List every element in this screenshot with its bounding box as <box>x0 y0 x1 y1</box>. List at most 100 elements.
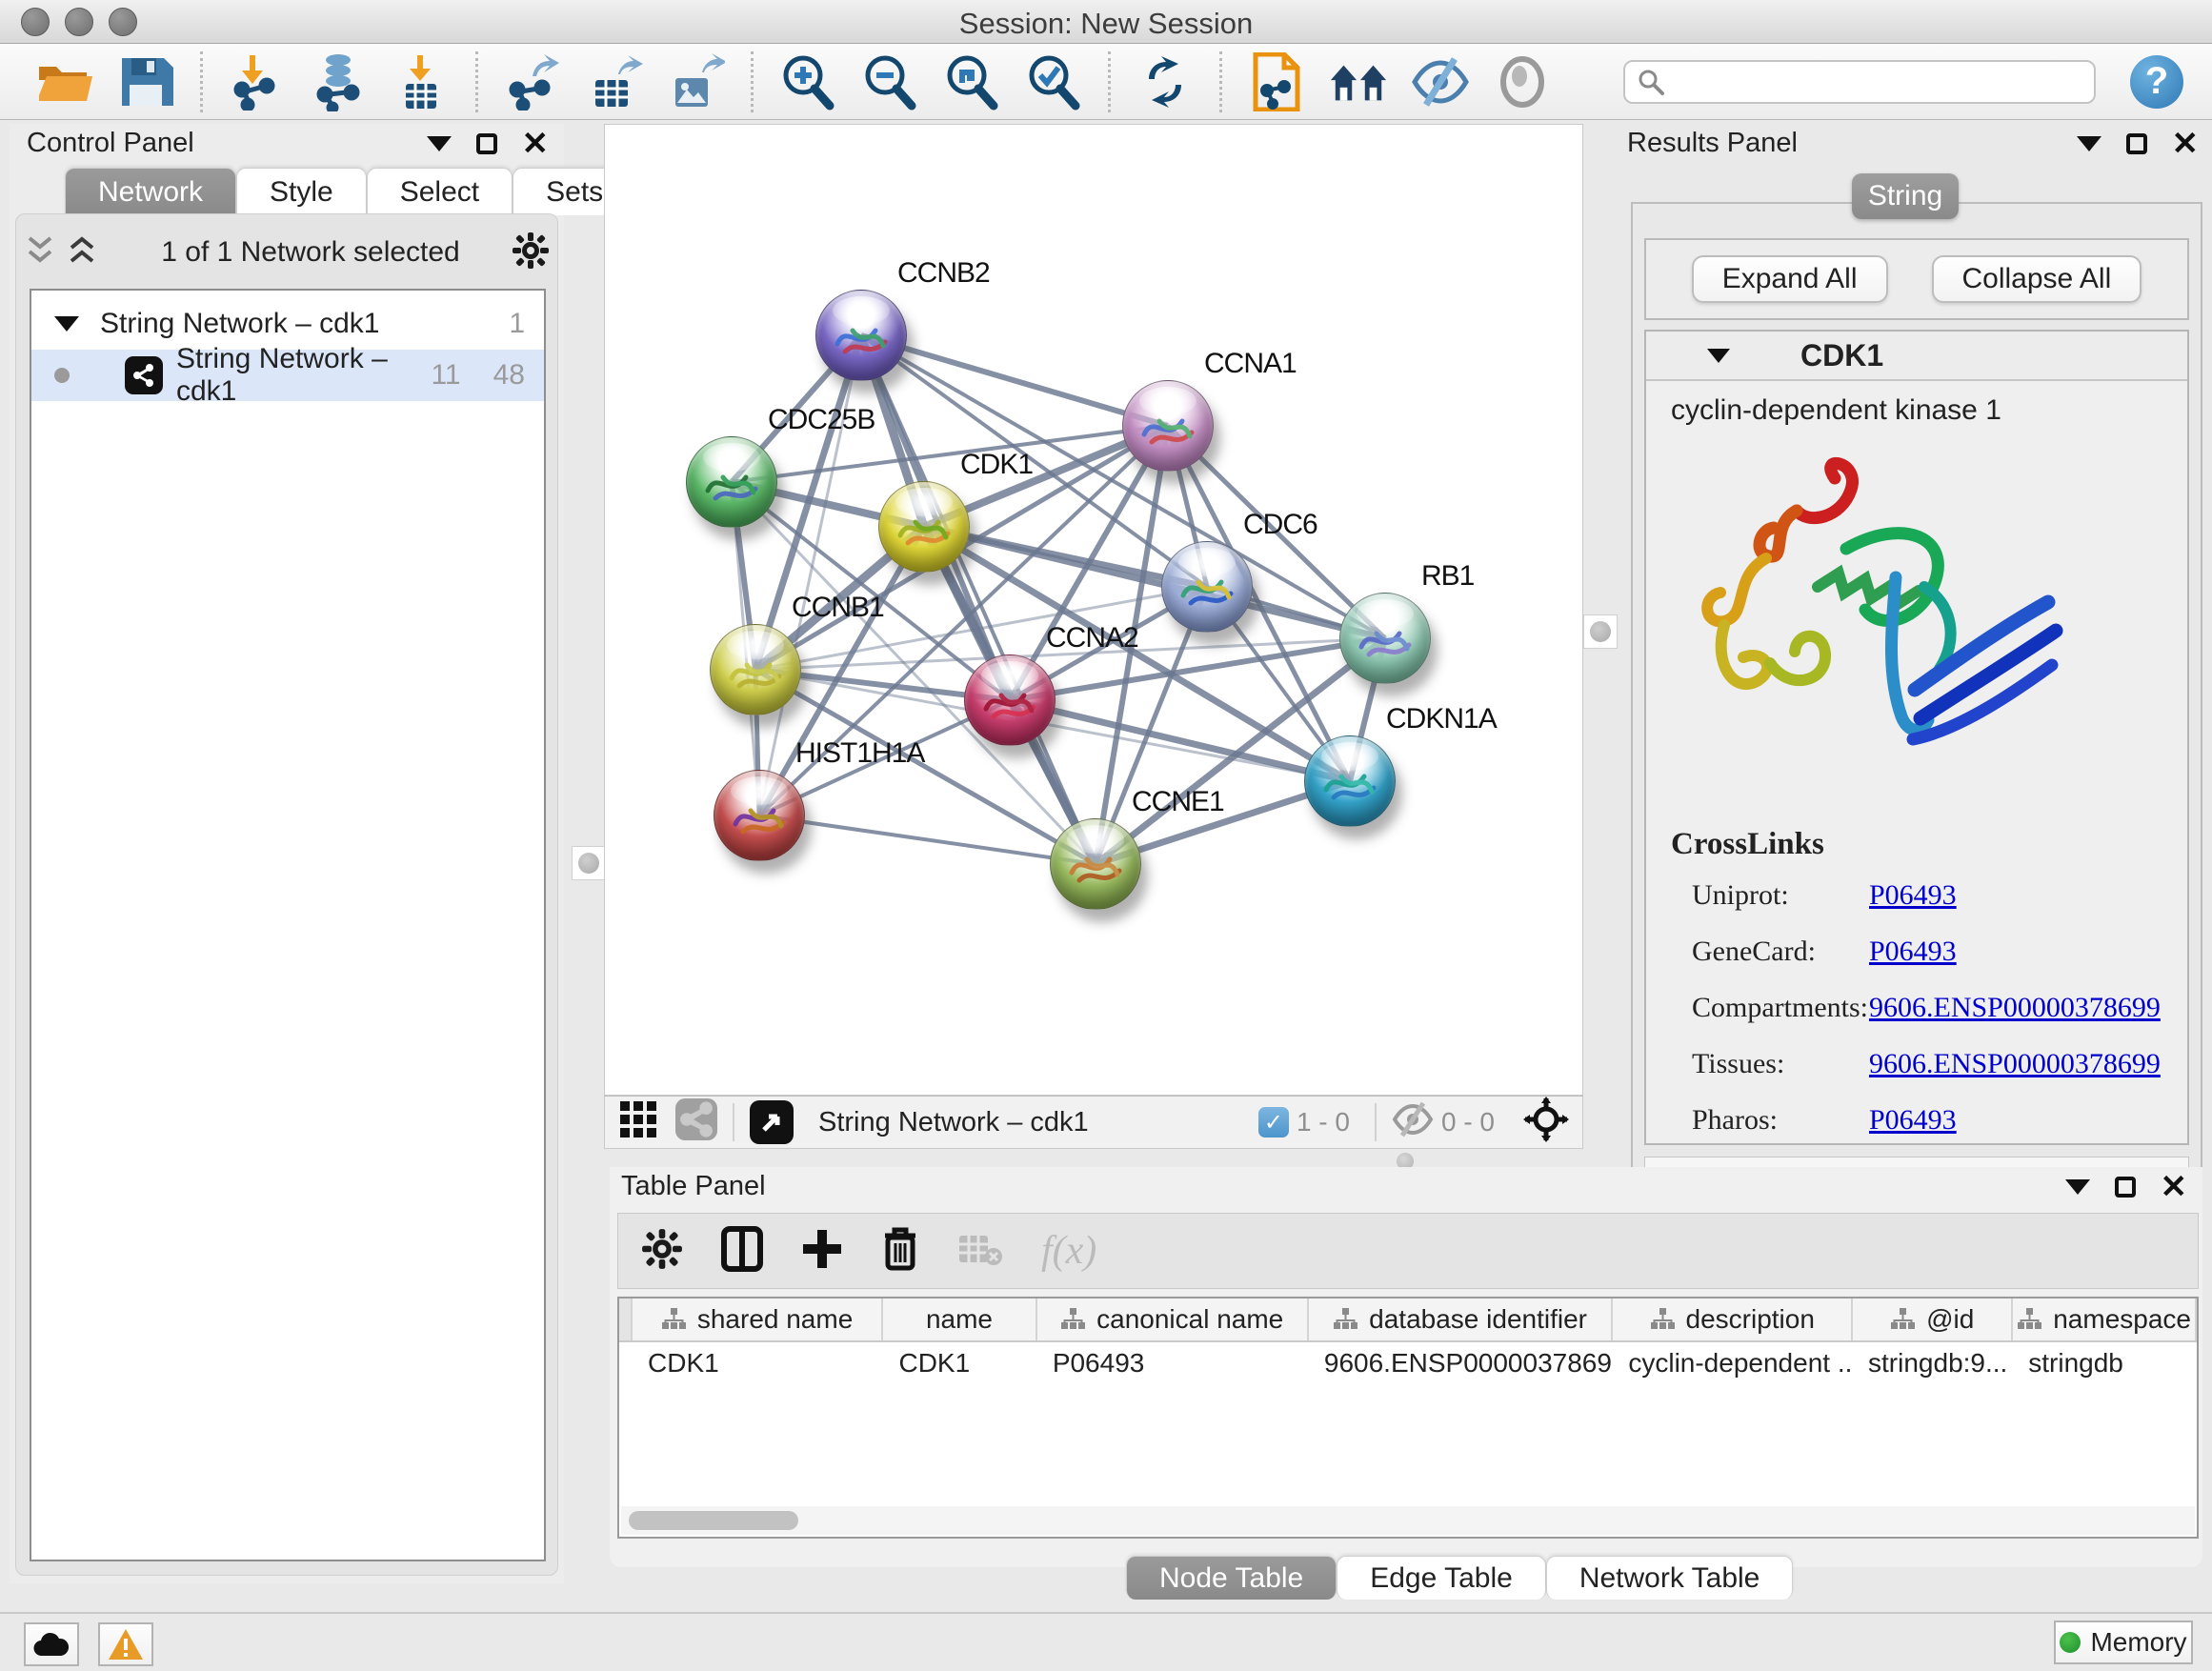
network-node-cdkn1a[interactable] <box>1304 735 1396 827</box>
network-collection-row[interactable]: String Network – cdk1 1 <box>31 298 544 350</box>
network-edge[interactable] <box>861 335 1096 864</box>
expand-all-button[interactable]: Expand All <box>1692 255 1888 303</box>
network-node-rb1[interactable] <box>1339 593 1431 684</box>
tab-node-table[interactable]: Node Table <box>1126 1556 1337 1600</box>
crosslink-link[interactable]: P06493 <box>1869 879 1957 912</box>
crosslink-link[interactable]: 9606.ENSP00000378699 <box>1869 1048 2161 1080</box>
column-header-canonical-name[interactable]: canonical name <box>1037 1299 1309 1340</box>
tab-network[interactable]: Network <box>65 168 236 215</box>
network-row[interactable]: String Network – cdk1 11 48 <box>31 350 544 401</box>
panel-menu-icon[interactable] <box>2077 136 2101 151</box>
table-h-scrollbar[interactable] <box>621 1506 2195 1535</box>
column-header-name[interactable]: name <box>883 1299 1036 1340</box>
column-header-database-identifier[interactable]: database identifier <box>1309 1299 1614 1340</box>
crosslink-link[interactable]: P06493 <box>1869 1104 1957 1137</box>
show-columns-icon[interactable] <box>721 1226 763 1277</box>
save-session-button[interactable] <box>116 52 175 111</box>
panel-float-icon[interactable] <box>476 133 497 154</box>
tab-edge-table[interactable]: Edge Table <box>1337 1556 1546 1600</box>
network-node-cdc6[interactable] <box>1161 541 1253 633</box>
table-cell[interactable]: CDK1 <box>883 1348 1036 1379</box>
panel-close-icon[interactable]: ✕ <box>522 133 550 154</box>
pan-crosshair-icon[interactable] <box>1523 1097 1569 1149</box>
left-splitter-handle[interactable] <box>572 846 606 880</box>
table-cell[interactable]: P06493 <box>1037 1348 1309 1379</box>
zoom-fit-button[interactable] <box>942 52 1001 111</box>
network-canvas[interactable]: CCNB2CCNA1CDC25BCDK1CDC6RB1CCNB1CCNA2CDK… <box>604 124 1583 1096</box>
hidden-eye-icon[interactable] <box>1392 1101 1434 1144</box>
table-settings-gear-icon[interactable] <box>641 1228 683 1275</box>
table-cell[interactable]: 9606.ENSP00000378699 <box>1309 1348 1613 1379</box>
collapse-all-networks-icon[interactable] <box>26 234 54 272</box>
table-cell[interactable]: CDK1 <box>633 1348 883 1379</box>
network-edges-layer[interactable] <box>605 125 1583 1096</box>
network-edge[interactable] <box>759 815 1096 864</box>
zoom-selected-button[interactable] <box>1024 52 1083 111</box>
zoom-out-button[interactable] <box>860 52 919 111</box>
warning-status-button[interactable] <box>98 1622 153 1666</box>
crosslink-link[interactable]: P06493 <box>1869 936 1957 968</box>
import-table-file-button[interactable] <box>392 52 451 111</box>
network-node-ccna1[interactable] <box>1122 380 1214 472</box>
cloud-status-button[interactable] <box>24 1622 79 1666</box>
tab-select[interactable]: Select <box>367 168 513 215</box>
first-neighbors-button[interactable] <box>1329 52 1388 111</box>
expand-all-networks-icon[interactable] <box>68 234 96 272</box>
table-cell[interactable]: stringdb:9... <box>1853 1348 2013 1379</box>
panel-close-icon[interactable]: ✕ <box>2161 1177 2188 1198</box>
birds-eye-view-button[interactable] <box>750 1100 794 1144</box>
network-options-gear-icon[interactable] <box>512 232 550 274</box>
network-node-ccne1[interactable] <box>1050 818 1141 910</box>
network-from-file-button[interactable] <box>1247 52 1306 111</box>
table-cell[interactable]: stringdb <box>2013 1348 2197 1379</box>
search-input[interactable] <box>1665 67 2065 96</box>
network-node-ccna2[interactable] <box>964 654 1056 746</box>
import-network-file-button[interactable] <box>228 52 287 111</box>
import-network-database-button[interactable] <box>310 52 369 111</box>
gene-section-header[interactable]: CDK1 <box>1646 332 2187 381</box>
panel-float-icon[interactable] <box>2115 1177 2136 1198</box>
table-row[interactable]: CDK1CDK1P064939606.ENSP00000378699cyclin… <box>619 1342 2197 1384</box>
show-all-button[interactable] <box>1493 52 1552 111</box>
export-image-button[interactable] <box>667 52 726 111</box>
tab-string[interactable]: String <box>1852 173 1959 219</box>
panel-close-icon[interactable]: ✕ <box>2172 133 2200 154</box>
memory-button[interactable]: Memory <box>2054 1621 2193 1664</box>
network-node-cdk1[interactable] <box>878 481 970 573</box>
panel-menu-icon[interactable] <box>427 136 452 151</box>
open-session-button[interactable] <box>34 52 93 111</box>
network-mode-icon[interactable] <box>675 1098 717 1147</box>
column-header-shared-name[interactable]: shared name <box>633 1299 884 1340</box>
grid-mode-icon[interactable] <box>618 1099 658 1146</box>
network-edge[interactable] <box>924 527 1385 638</box>
collapse-all-button[interactable]: Collapse All <box>1932 255 2142 303</box>
help-button[interactable]: ? <box>2130 55 2183 109</box>
column-header-description[interactable]: description <box>1613 1299 1853 1340</box>
tab-style[interactable]: Style <box>236 168 367 215</box>
tab-network-table[interactable]: Network Table <box>1546 1556 1794 1600</box>
selected-checkbox-icon[interactable]: ✓ <box>1258 1107 1289 1137</box>
hide-selected-button[interactable] <box>1411 52 1470 111</box>
collection-expand-icon[interactable] <box>54 316 79 332</box>
delete-column-trash-icon[interactable] <box>881 1226 919 1277</box>
network-node-hist1h1a[interactable] <box>714 770 805 861</box>
node-table[interactable]: shared namenamecanonical namedatabase id… <box>617 1297 2199 1539</box>
column-header-namespace[interactable]: namespace <box>2013 1299 2197 1340</box>
network-node-ccnb2[interactable] <box>815 290 907 381</box>
panel-menu-icon[interactable] <box>2065 1179 2090 1195</box>
column-header--id[interactable]: @id <box>1853 1299 2013 1340</box>
scrollbar-thumb[interactable] <box>629 1511 798 1530</box>
network-node-ccnb1[interactable] <box>710 624 801 715</box>
table-cell[interactable]: cyclin-dependent ... <box>1613 1348 1853 1379</box>
gene-expand-icon[interactable] <box>1707 349 1730 363</box>
network-node-cdc25b[interactable] <box>686 436 777 528</box>
create-column-plus-icon[interactable] <box>801 1228 843 1275</box>
zoom-in-button[interactable] <box>778 52 837 111</box>
search-box[interactable] <box>1623 60 2096 104</box>
right-splitter-handle[interactable] <box>1583 614 1618 649</box>
export-network-button[interactable] <box>503 52 562 111</box>
export-table-button[interactable] <box>585 52 644 111</box>
crosslink-link[interactable]: 9606.ENSP00000378699 <box>1869 992 2161 1024</box>
panel-float-icon[interactable] <box>2126 133 2147 154</box>
apply-layout-button[interactable] <box>1136 52 1195 111</box>
